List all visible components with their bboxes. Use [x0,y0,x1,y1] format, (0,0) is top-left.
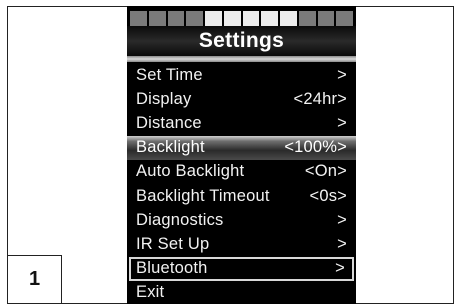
menu-item-display[interactable]: Display <24hr> [127,87,356,111]
segment [298,11,316,26]
segment [223,11,241,26]
segment [186,11,203,26]
segment [167,11,185,26]
segment [336,11,353,26]
menu-item-value: <24hr> [293,89,347,108]
menu-item-value: > [337,113,347,132]
menu-item-distance[interactable]: Distance > [127,111,356,135]
menu-item-label: Set Time [136,65,203,84]
menu-item-bluetooth[interactable]: Bluetooth > [129,256,354,281]
battery-segment-bar [130,11,353,26]
segment [280,11,297,26]
menu-item-value: > [337,210,347,229]
segment [317,11,335,26]
title-divider [127,56,356,62]
screen-title: Settings [127,26,356,56]
menu-item-label: Exit [136,283,165,302]
segment [261,11,278,26]
menu-item-label: Backlight Timeout [136,186,270,205]
settings-menu: Set Time > Display <24hr> Distance > Bac… [127,63,356,304]
menu-item-backlight-timeout[interactable]: Backlight Timeout <0s> [127,184,356,208]
menu-item-label: Auto Backlight [136,162,245,181]
segment [242,11,260,26]
menu-item-value: <On> [304,162,347,181]
menu-item-set-time[interactable]: Set Time > [127,63,356,87]
menu-item-auto-backlight[interactable]: Auto Backlight <On> [127,160,356,184]
menu-item-label: Bluetooth [136,259,208,278]
menu-item-value: <100%> [284,138,347,157]
segment [205,11,222,26]
menu-item-label: Distance [136,113,202,132]
device-screen: Settings Set Time > Display <24hr> Dista… [127,6,356,304]
menu-item-value: > [337,65,347,84]
menu-item-value: > [335,259,345,278]
menu-item-exit[interactable]: Exit [127,281,356,304]
menu-item-diagnostics[interactable]: Diagnostics > [127,208,356,232]
segment [148,11,166,26]
menu-item-label: Backlight [136,138,205,157]
menu-item-backlight[interactable]: Backlight <100%> [127,135,356,160]
menu-item-value: > [337,234,347,253]
menu-item-label: Diagnostics [136,210,224,229]
figure-number: 1 [7,255,62,304]
menu-item-label: Display [136,89,192,108]
menu-item-label: IR Set Up [136,234,210,253]
menu-item-ir-set-up[interactable]: IR Set Up > [127,232,356,256]
menu-item-value: <0s> [309,186,347,205]
segment [130,11,147,26]
